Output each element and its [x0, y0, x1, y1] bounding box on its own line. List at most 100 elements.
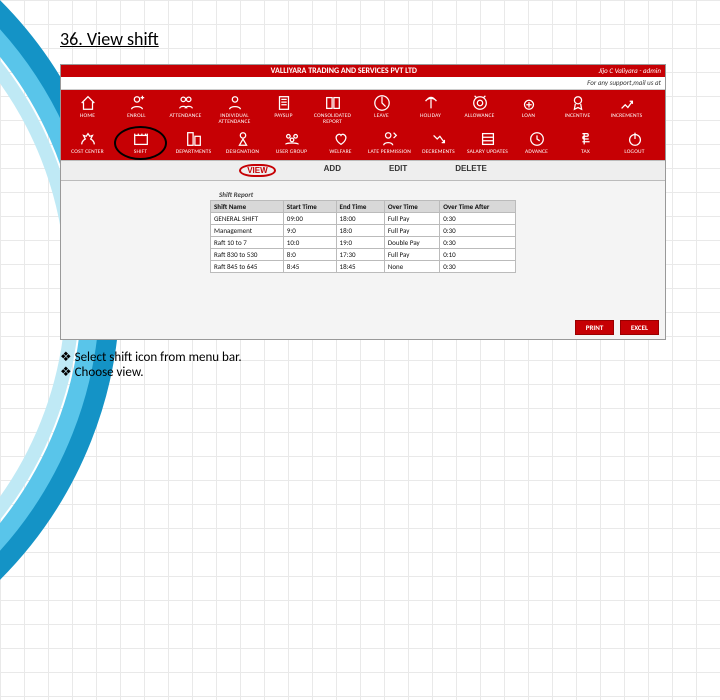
increments-icon: [617, 94, 637, 112]
menu-payslip[interactable]: PAYSLIP: [259, 92, 308, 128]
menu-label: USER GROUP: [267, 149, 316, 155]
print-button[interactable]: PRINT: [575, 320, 615, 335]
indv-att-icon: [225, 94, 245, 112]
cost-center-icon: [78, 130, 98, 148]
menu-decrements[interactable]: DECREMENTS: [414, 128, 463, 158]
menu-incentive[interactable]: INCENTIVE: [553, 92, 602, 128]
menu-label: WELFARE: [316, 149, 365, 155]
tab-view[interactable]: VIEW: [239, 164, 275, 177]
menu-label: ALLOWANCE: [455, 113, 504, 119]
company-name: VALLIYARA TRADING AND SERVICES PVT LTD: [89, 66, 599, 76]
menu-label: LEAVE: [357, 113, 406, 119]
menu-allowance[interactable]: ALLOWANCE: [455, 92, 504, 128]
home-icon: [78, 94, 98, 112]
menu-enroll[interactable]: ENROLL: [112, 92, 161, 128]
menu-late-perm[interactable]: LATE PERMISSION: [365, 128, 414, 158]
header-bar: VALLIYARA TRADING AND SERVICES PVT LTD J…: [61, 65, 665, 77]
table-row: Raft 830 to 5308:017:30Full Pay0:10: [211, 249, 516, 261]
table-row: Raft 10 to 710:019:0Double Pay0:30: [211, 237, 516, 249]
loan-icon: [519, 94, 539, 112]
advance-icon: [527, 130, 547, 148]
bullet: Select shift icon from menu bar.: [60, 350, 690, 365]
menu-label: INCENTIVE: [553, 113, 602, 119]
menu-label: HOME: [63, 113, 112, 119]
payslip-icon: [274, 94, 294, 112]
menu-label: SALARY UPDATES: [463, 149, 512, 155]
support-text: For any support,mail us at: [61, 77, 665, 90]
tax-icon: [576, 130, 596, 148]
menu-label: ADVANCE: [512, 149, 561, 155]
menu-cons-report[interactable]: CONSOLIDATED REPORT: [308, 92, 357, 128]
menu-label: TAX: [561, 149, 610, 155]
designation-icon: [233, 130, 253, 148]
menu-logout[interactable]: LOGOUT: [610, 128, 659, 158]
menu-label: SHIFT: [116, 149, 165, 155]
col-header: Over Time: [384, 201, 439, 213]
report-table: Shift NameStart TimeEnd TimeOver TimeOve…: [210, 200, 516, 273]
incentive-icon: [568, 94, 588, 112]
menu-label: CONSOLIDATED REPORT: [308, 113, 357, 125]
shift-icon: [131, 130, 151, 148]
menu-leave[interactable]: LEAVE: [357, 92, 406, 128]
menu-sal-update[interactable]: SALARY UPDATES: [463, 128, 512, 158]
menu-label: LOGOUT: [610, 149, 659, 155]
menu-holiday[interactable]: HOLIDAY: [406, 92, 455, 128]
late-perm-icon: [380, 130, 400, 148]
user-group-icon: [282, 130, 302, 148]
report-title: Shift Report: [216, 190, 256, 199]
menu-label: INCREMENTS: [602, 113, 651, 119]
departments-icon: [184, 130, 204, 148]
user-label: Jijo C Valiyara - admin: [599, 66, 661, 76]
bullet: Choose view.: [60, 365, 690, 380]
menu-label: PAYSLIP: [259, 113, 308, 119]
slide-title: 36. View shift: [60, 28, 690, 50]
col-header: Over Time After: [440, 201, 516, 213]
menu-attendance[interactable]: ATTENDANCE: [161, 92, 210, 128]
menu-label: COST CENTER: [63, 149, 112, 155]
menu-label: ENROLL: [112, 113, 161, 119]
table-row: Management9:018:0Full Pay0:30: [211, 225, 516, 237]
table-row: Raft 845 to 6458:4518:45None0:30: [211, 261, 516, 273]
menu-label: LATE PERMISSION: [365, 149, 414, 155]
welfare-icon: [331, 130, 351, 148]
menu-increments[interactable]: INCREMENTS: [602, 92, 651, 128]
menu-user-group[interactable]: USER GROUP: [267, 128, 316, 158]
menu-welfare[interactable]: WELFARE: [316, 128, 365, 158]
excel-button[interactable]: EXCEL: [620, 320, 659, 335]
menu-departments[interactable]: DEPARTMENTS: [169, 128, 218, 158]
menu-advance[interactable]: ADVANCE: [512, 128, 561, 158]
menu-bar: HOMEENROLLATTENDANCEINDIVIDUAL ATTENDANC…: [61, 90, 665, 160]
attendance-icon: [176, 94, 196, 112]
export-buttons: PRINT EXCEL: [61, 317, 665, 339]
menu-label: INDIVIDUAL ATTENDANCE: [210, 113, 259, 125]
logout-icon: [625, 130, 645, 148]
menu-loan[interactable]: LOAN: [504, 92, 553, 128]
tab-edit[interactable]: EDIT: [389, 164, 407, 177]
action-tabs: VIEW ADD EDIT DELETE: [61, 160, 665, 181]
app-screenshot: VALLIYARA TRADING AND SERVICES PVT LTD J…: [60, 64, 666, 340]
enroll-icon: [127, 94, 147, 112]
menu-label: DEPARTMENTS: [169, 149, 218, 155]
holiday-icon: [421, 94, 441, 112]
cons-report-icon: [323, 94, 343, 112]
tab-add[interactable]: ADD: [324, 164, 341, 177]
sal-update-icon: [478, 130, 498, 148]
col-header: Shift Name: [211, 201, 284, 213]
col-header: Start Time: [283, 201, 336, 213]
menu-label: LOAN: [504, 113, 553, 119]
menu-home[interactable]: HOME: [63, 92, 112, 128]
leave-icon: [372, 94, 392, 112]
menu-label: DECREMENTS: [414, 149, 463, 155]
menu-indv-att[interactable]: INDIVIDUAL ATTENDANCE: [210, 92, 259, 128]
col-header: End Time: [336, 201, 384, 213]
menu-label: DESIGNATION: [218, 149, 267, 155]
menu-designation[interactable]: DESIGNATION: [218, 128, 267, 158]
menu-tax[interactable]: TAX: [561, 128, 610, 158]
menu-label: HOLIDAY: [406, 113, 455, 119]
decrements-icon: [429, 130, 449, 148]
table-row: GENERAL SHIFT09:0018:00Full Pay0:30: [211, 213, 516, 225]
menu-cost-center[interactable]: COST CENTER: [63, 128, 112, 158]
tab-delete[interactable]: DELETE: [455, 164, 487, 177]
shift-report: Shift Report Shift NameStart TimeEnd Tim…: [210, 187, 516, 273]
menu-shift[interactable]: SHIFT: [114, 126, 167, 160]
